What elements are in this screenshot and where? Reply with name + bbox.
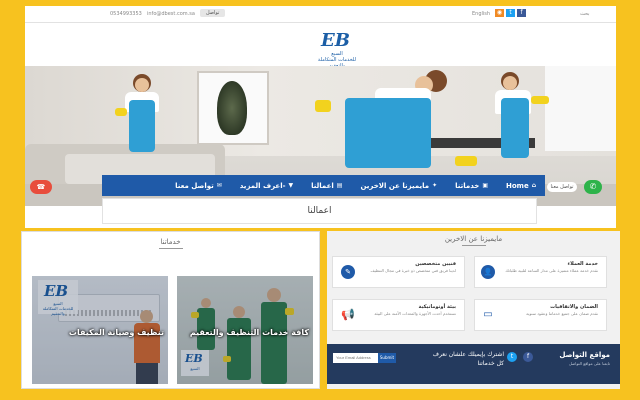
nav-features[interactable]: مايميزنا عن الاخرين ✦ xyxy=(351,182,446,190)
submit-button[interactable]: Submit xyxy=(378,353,396,363)
works-icon: ▤ xyxy=(336,182,343,189)
feature-card: 📢 بيئة أوتوماتيكية نستخدم أحدث الأجهزة و… xyxy=(332,299,465,331)
feature-desc: نقدم خدمة عملاء متميزة على مدار الساعة ل… xyxy=(505,268,598,273)
nav-home-label: Home xyxy=(505,181,529,190)
language-link[interactable]: English xyxy=(472,11,490,17)
home-icon: ⌂ xyxy=(531,182,536,189)
main-nav: Home ⌂ خدماتنا ▣ مايميزنا عن الاخرين ✦ اعما… xyxy=(102,175,545,196)
search-link[interactable]: بحث xyxy=(580,11,590,17)
twitter-icon[interactable]: t xyxy=(507,352,517,362)
newsletter-text: اشترك بإيميلك علشان نعرف كل خدماتنا xyxy=(432,351,504,367)
feature-desc: لدينا فريق فني متخصص ذو خبرة في مجال الت… xyxy=(370,268,456,273)
feature-card: ▭ الضمان والاتفاقيات نقدم ضمان على جميع … xyxy=(474,299,607,331)
services-title: خدماتنا xyxy=(22,238,319,249)
nav-features-label: مايميزنا عن الاخرين xyxy=(360,181,430,190)
tools-icon: ✎ xyxy=(341,265,355,279)
social-links: ◉ t f xyxy=(495,9,526,17)
email-input[interactable] xyxy=(333,353,378,363)
top-bar: 0534993353 info@dbest.com.sa تواصل Engli… xyxy=(25,6,616,23)
contact-button[interactable]: تواصل xyxy=(200,9,226,17)
features-section: مايميزنا عن الاخرين 👤 خدمة العملاء نقدم … xyxy=(327,231,620,389)
nav-more-label: اعرف المزيد- xyxy=(239,181,286,190)
whatsapp-icon[interactable]: ✆ xyxy=(584,180,602,194)
twitter-icon[interactable]: t xyxy=(506,9,515,17)
monitor-icon: ▭ xyxy=(483,309,493,320)
mail-icon: ✉ xyxy=(216,182,222,189)
hero-wall-picture xyxy=(197,71,269,145)
feature-title: الضمان والاتفاقيات xyxy=(550,304,598,310)
footer-subtitle: تابعنا على مواقع التواصل xyxy=(568,361,610,366)
feature-desc: نقدم ضمان على جميع خدماتنا وعقود سنوية xyxy=(526,311,598,316)
nav-works[interactable]: اعمالنا ▤ xyxy=(302,182,351,190)
feature-title: بيئة أوتوماتيكية xyxy=(418,304,456,310)
logo-mark: EB xyxy=(321,30,350,51)
rss-icon[interactable]: ◉ xyxy=(495,9,504,17)
nav-more[interactable]: اعرف المزيد- ▼ xyxy=(231,182,302,190)
phone-number: 0534993353 xyxy=(110,11,142,17)
megaphone-icon: 📢 xyxy=(341,308,355,321)
service-card-ac[interactable]: EB السبع للخدمات المتكاملة والتعقيم تنظيف… xyxy=(32,276,168,384)
star-icon: ✦ xyxy=(432,182,438,189)
footer-bar: مواقع التواصل تابعنا على مواقع التواصل f… xyxy=(327,344,620,384)
nav-contact[interactable]: تواصل معنا ✉ xyxy=(166,182,231,190)
feature-title: فنيين متخصصين xyxy=(415,261,456,267)
top-frame: 0534993353 info@dbest.com.sa تواصل Engli… xyxy=(25,6,616,228)
service-card-label: كافة خدمات التنظيف والتعقيم xyxy=(189,328,309,337)
facebook-icon[interactable]: f xyxy=(517,9,526,17)
nav-services-label: خدماتنا xyxy=(455,181,480,190)
service-card-cleaning[interactable]: EB السبع كافة خدمات التنظيف والتعقيم xyxy=(177,276,313,384)
user-icon: 👤 xyxy=(481,265,495,279)
nav-contact-label: تواصل معنا xyxy=(175,181,214,190)
features-title: مايميزنا عن الاخرين xyxy=(327,235,620,246)
feature-desc: نستخدم أحدث الأجهزة والمعدات الآمنة على … xyxy=(374,311,456,316)
page-subtitle: اعمالنا xyxy=(102,198,537,224)
service-card-label: تنظيف وصيانة المكيفات xyxy=(68,328,164,337)
footer-title: مواقع التواصل xyxy=(559,351,610,359)
hero-window xyxy=(545,66,616,151)
services-section: خدماتنا EB السبع للخدمات المتكاملة والتعق… xyxy=(21,231,320,389)
feature-card: 👤 خدمة العملاء نقدم خدمة عملاء متميزة عل… xyxy=(474,256,607,288)
phone-float-button[interactable]: ☎ xyxy=(30,180,52,194)
feature-card: ✎ فنيين متخصصين لدينا فريق فني متخصص ذو … xyxy=(332,256,465,288)
nav-works-label: اعمالنا xyxy=(311,181,334,190)
nav-services[interactable]: خدماتنا ▣ xyxy=(446,182,497,190)
nav-home[interactable]: Home ⌂ xyxy=(497,182,545,190)
services-icon: ▣ xyxy=(482,182,488,189)
contact-float-pill[interactable]: تواصل معنا xyxy=(547,182,577,192)
site-logo[interactable]: EB السبع للخدمات المتكاملة والتعقيم xyxy=(317,30,357,69)
feature-title: خدمة العملاء xyxy=(567,261,598,267)
email-address[interactable]: info@dbest.com.sa xyxy=(147,11,195,17)
facebook-icon[interactable]: f xyxy=(523,352,533,362)
more-icon: ▼ xyxy=(288,182,294,189)
